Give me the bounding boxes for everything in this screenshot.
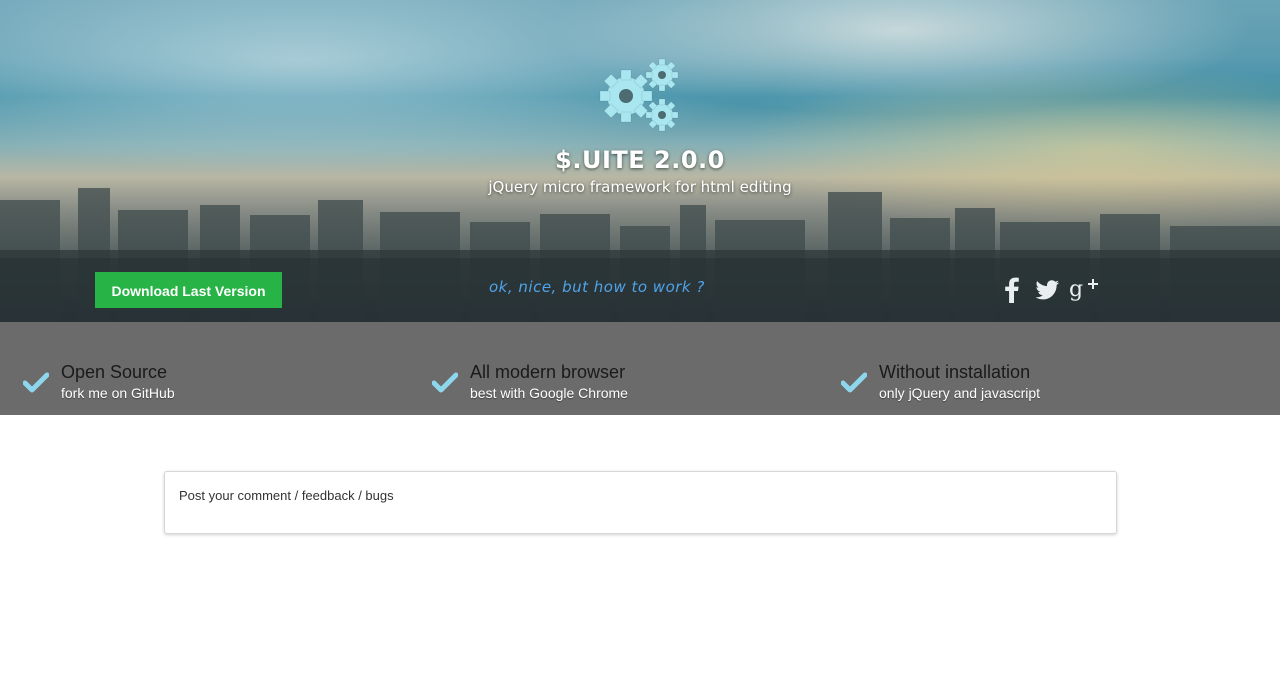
twitter-icon[interactable] xyxy=(1032,274,1062,304)
comment-input[interactable]: Post your comment / feedback / bugs xyxy=(164,471,1117,534)
facebook-icon[interactable] xyxy=(997,274,1027,304)
feature-open-source: Open Source fork me on GitHub xyxy=(23,362,403,402)
how-to-work-link[interactable]: ok, nice, but how to work ? xyxy=(489,278,705,296)
feature-subtitle: only jQuery and javascript xyxy=(879,385,1041,401)
check-icon xyxy=(432,372,458,393)
feature-subtitle: best with Google Chrome xyxy=(470,385,628,401)
hero-banner: $.UITE 2.0.0 jQuery micro framework for … xyxy=(0,0,1280,322)
gears-icon xyxy=(599,58,679,132)
check-icon xyxy=(23,372,49,393)
site-title: $.UITE 2.0.0 xyxy=(555,146,725,174)
svg-text:g: g xyxy=(1069,277,1083,302)
features-strip: Open Source fork me on GitHub All modern… xyxy=(0,322,1280,415)
feature-title: All modern browser xyxy=(470,362,626,382)
feature-title: Without installation xyxy=(879,362,1031,382)
google-plus-icon[interactable]: g xyxy=(1069,274,1099,304)
site-subtitle: jQuery micro framework for html editing xyxy=(488,178,792,196)
check-icon xyxy=(841,372,867,393)
feature-no-installation: Without installation only jQuery and jav… xyxy=(841,362,1221,402)
feature-modern-browser: All modern browser best with Google Chro… xyxy=(432,362,812,402)
feature-title: Open Source xyxy=(61,362,168,382)
download-button[interactable]: Download Last Version xyxy=(95,272,282,308)
feature-subtitle: fork me on GitHub xyxy=(61,385,175,401)
action-bar: Download Last Version ok, nice, but how … xyxy=(0,258,1280,322)
